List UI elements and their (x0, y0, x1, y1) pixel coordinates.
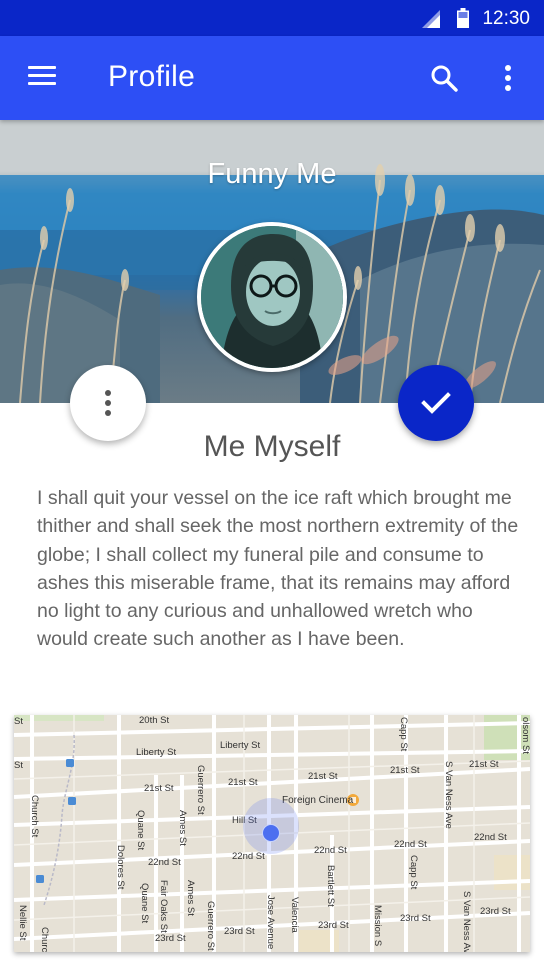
map-street-label: Liberty St (136, 747, 177, 758)
map-street-label: Capp St (408, 855, 419, 890)
map-street-label: 23rd St (318, 920, 349, 931)
check-icon (421, 392, 451, 414)
avatar (197, 222, 347, 372)
map-street-label: Ames St (185, 880, 196, 916)
map-street-label: S Van Ness Ave (461, 891, 472, 952)
confirm-button[interactable] (398, 365, 474, 441)
map-street-label: S Van Ness Ave (443, 761, 454, 829)
map-street-label: Jose Avenue (265, 895, 276, 950)
map-street-label: Quane St (139, 883, 150, 924)
profile-name: Me Myself (203, 430, 341, 463)
map-street-label: 22nd St (474, 832, 507, 843)
avatar-photo (201, 226, 343, 368)
map-street-label: 20th St (139, 715, 170, 726)
status-time: 12:30 (482, 8, 530, 29)
map-street-label: Quane St (135, 810, 146, 851)
map-street-label: 23rd St (155, 933, 186, 944)
app-title: Profile (108, 60, 196, 93)
map-card[interactable]: 20th St St St Liberty St Liberty St 21st… (14, 715, 530, 952)
search-icon[interactable] (430, 64, 458, 92)
map-poi-label: Foreign Cinema (282, 795, 354, 806)
map-street-label: Dolores St (115, 845, 126, 890)
map-street-label: 23rd St (400, 913, 431, 924)
map-street-label: 23rd St (224, 926, 255, 937)
map-street-label: Churc (39, 927, 50, 952)
map-street-label: Mission S (372, 905, 383, 947)
map-street-label: 21st St (228, 777, 258, 788)
map-street-label: 21st St (390, 765, 420, 776)
signal-icon (422, 10, 440, 28)
map-street-label: Nellie St (17, 905, 28, 941)
more-options-button[interactable] (70, 365, 146, 441)
more-vert-icon[interactable] (498, 64, 518, 92)
map-street-label: Ames St (177, 810, 188, 846)
map-street-label: 21st St (144, 783, 174, 794)
map-street-label: 23rd St (480, 906, 511, 917)
profile-bio: I shall quit your vessel on the ice raft… (37, 487, 519, 651)
battery-icon (457, 8, 469, 28)
status-bar: 12:30 (0, 0, 544, 36)
map-street-label: 22nd St (148, 857, 181, 868)
map-street-label: Fair Oaks St (158, 880, 169, 933)
map-street-label: St (14, 760, 23, 771)
menu-icon[interactable] (28, 66, 56, 88)
map-street-label: Guerrero St (195, 765, 206, 815)
cover-title: Funny Me (207, 158, 337, 190)
map-street-label: 22nd St (314, 845, 347, 856)
map-street-label: 21st St (308, 771, 338, 782)
map-street-label: 22nd St (394, 839, 427, 850)
map-street-label: St (14, 716, 23, 727)
map-street-label: Valencia (289, 897, 300, 933)
map-street-label: olsom St (520, 717, 530, 754)
app-bar: Profile (0, 36, 544, 120)
location-dot (262, 824, 280, 842)
map-street-label: Church St (29, 795, 40, 838)
map-street-label: 21st St (469, 759, 499, 770)
map-street-label: Bartlett St (325, 865, 336, 907)
more-vert-icon (105, 390, 111, 416)
map-street-label: 22nd St (232, 851, 265, 862)
map-street-label: Capp St (398, 717, 409, 752)
map-street-label: Guerrero St (205, 901, 216, 951)
map-street-label: Liberty St (220, 740, 261, 751)
